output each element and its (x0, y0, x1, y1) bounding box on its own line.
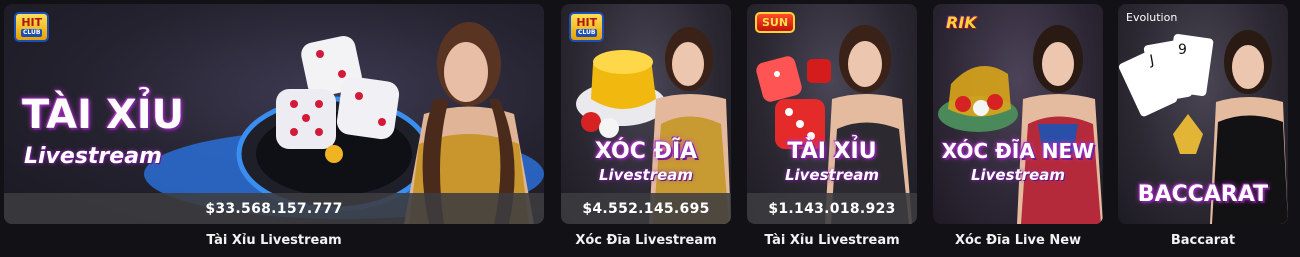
jackpot-amount: $4.552.145.695 (561, 193, 731, 224)
card-title: XÓC ĐĨA (594, 139, 698, 164)
game-card-tai-xiu-hit[interactable]: HIT CLUB TÀI XỈU Livestream $33.568.157.7… (4, 4, 544, 224)
jackpot-amount: $33.568.157.777 (4, 193, 544, 224)
gold-bowl-icon (576, 50, 666, 138)
card-subtitle: Livestream (784, 166, 880, 184)
svg-text:9: 9 (1178, 42, 1187, 58)
game-card-xoc-dia-new[interactable]: RIK XÓC ĐĨA NEW Livestream (933, 4, 1103, 224)
sunwin-logo: SUN (755, 12, 796, 33)
rikvip-logo: RIK (946, 13, 977, 32)
gold-bowl-icon (938, 66, 1018, 132)
evolution-logo-icon: Evolution (1126, 11, 1178, 24)
jackpot-amount: $1.143.018.923 (747, 193, 917, 224)
game-card-xoc-dia-hit[interactable]: HIT CLUB XÓC ĐĨA Livestream $4.552.145.69… (561, 4, 731, 224)
game-name-label[interactable]: Tài Xỉu Livestream (747, 233, 917, 248)
game-artwork (756, 25, 912, 224)
game-card-tai-xiu-sun[interactable]: SUN TÀI XỈU Livestream $1.143.018.923 (747, 4, 917, 224)
presenter-image (1017, 25, 1103, 224)
card-subtitle: Livestream (598, 166, 694, 184)
card-subtitle: Livestream (24, 144, 162, 169)
game-name-label[interactable]: Xóc Đĩa Live New (933, 233, 1103, 248)
game-name-label[interactable]: Xóc Đĩa Livestream (561, 233, 731, 248)
game-artwork (938, 25, 1103, 224)
card-title: BACCARAT (1137, 182, 1269, 207)
hitclub-logo: HIT CLUB (569, 12, 605, 42)
game-name-label[interactable]: Tài Xỉu Livestream (4, 233, 544, 248)
card-title: XÓC ĐĨA NEW (941, 139, 1095, 163)
playing-cards-icon: J 9 (1118, 34, 1214, 154)
hitclub-logo: HIT CLUB (14, 12, 50, 42)
game-card-baccarat[interactable]: J 9 Evolution BACCARAT (1118, 4, 1288, 224)
card-subtitle: Livestream (970, 166, 1066, 184)
card-title: TÀI XỈU (22, 92, 185, 138)
card-title: TÀI XỈU (787, 139, 877, 164)
game-name-label[interactable]: Baccarat (1118, 233, 1288, 248)
dice-icon (756, 56, 831, 149)
